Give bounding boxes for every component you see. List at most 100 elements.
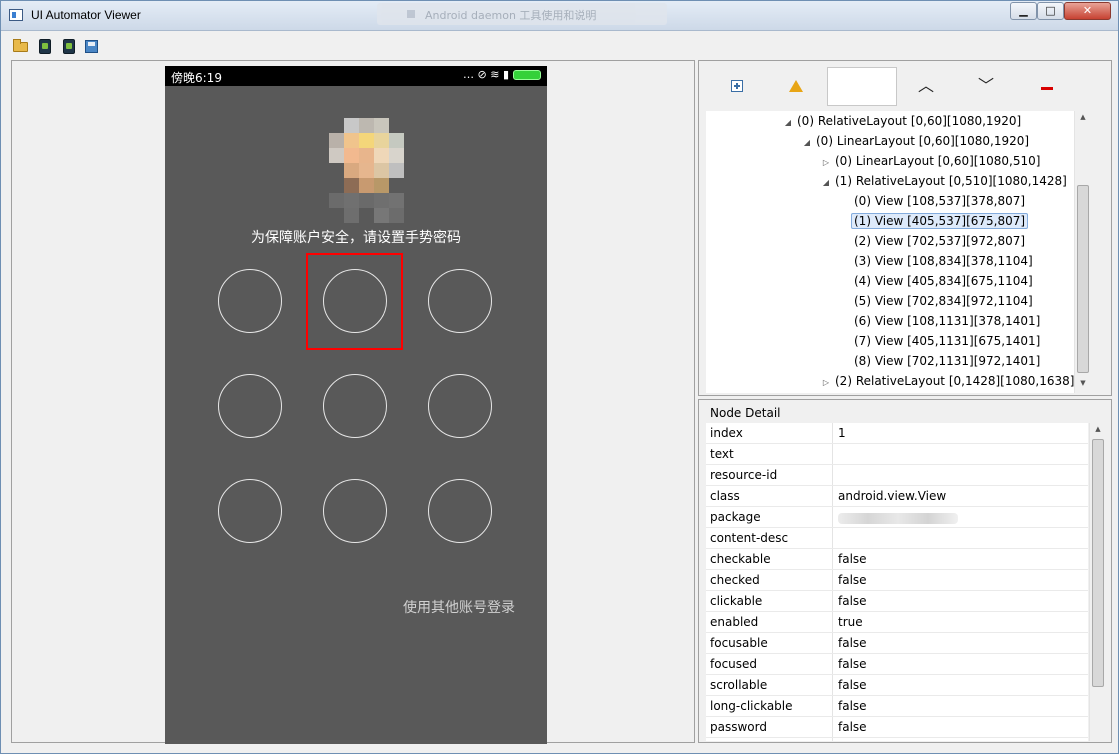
detail-key: checked [710,573,760,587]
maximize-icon: □ [1045,4,1056,17]
chevron-down-icon: ﹀ [977,76,994,95]
tree-expander-icon[interactable]: ▷ [820,374,832,392]
tree-node-label: (2) View [702,537][972,807] [854,234,1026,248]
tree-expander-icon[interactable]: ◢ [801,134,813,152]
detail-row[interactable]: checkable false [706,549,1088,570]
tree-node[interactable]: ▷ (2) RelativeLayout [0,1428][1080,1638] [820,372,1077,390]
minimize-button[interactable]: ▁ [1010,2,1037,20]
tree-node[interactable]: (0) View [108,537][378,807] [839,192,1028,210]
maximize-button[interactable]: □ [1037,2,1064,20]
detail-value: false [838,720,867,734]
hierarchy-tree[interactable]: ▲ ▼ ◢ (0) RelativeLayout [0,60][1080,1920… [706,111,1091,393]
tree-node[interactable]: (3) View [108,834][378,1104] [839,252,1036,270]
detail-value: false [838,699,867,713]
close-icon: ✕ [1082,4,1093,17]
tree-node[interactable]: ◢ (0) LinearLayout [0,60][1080,1920] [801,132,1032,150]
minimize-icon: ▁ [1019,4,1028,17]
avatar-pixel [344,148,359,163]
node-detail-table: index 1 text resource-id class android.view.V… [706,423,1088,741]
tree-node-label: (1) View [405,537][675,807] [851,213,1029,229]
tree-expander-icon[interactable]: ◢ [782,114,794,132]
toggle-nafs-button[interactable] [785,75,807,97]
tree-node[interactable]: (6) View [108,1131][378,1401] [839,312,1043,330]
detail-scrollbar[interactable]: ▲ [1089,423,1106,741]
pattern-node[interactable] [323,479,387,543]
tree-node[interactable]: (7) View [405,1131][675,1401] [839,332,1043,350]
tree-node-label: (3) View [108,834][378,1104] [854,254,1033,268]
tree-expander-icon[interactable]: ▷ [820,154,832,172]
pattern-node[interactable] [323,374,387,438]
avatar-pixel [344,178,359,193]
detail-scroll-thumb[interactable] [1092,439,1104,687]
scroll-up-icon[interactable]: ▲ [1075,113,1091,121]
hierarchy-panel: ︿ ﹀ ▲ ▼ ◢ (0) RelativeLayout [0,60][1080,… [698,60,1112,396]
device-screenshot[interactable]: 傍晚6:19 … ⊘ ≋ ▮ 为保障账户安全，请设置手势密码 使用其他账号登录 [165,66,547,744]
detail-value: false [838,552,867,566]
detail-row[interactable]: package [706,507,1088,528]
detail-key: text [710,447,734,461]
status-icons: … ⊘ ≋ ▮ [463,68,541,81]
avatar [314,118,404,226]
avatar-pixel [389,193,404,208]
hierarchy-toolbar: ︿ ﹀ [699,61,1111,107]
tree-node[interactable]: ▷ (0) LinearLayout [0,60][1080,510] [820,152,1043,170]
tree-expander-icon[interactable]: ◢ [820,174,832,192]
expand-all-icon [731,80,743,92]
tree-node[interactable]: ◢ (1) RelativeLayout [0,510][1080,1428] [820,172,1070,190]
search-input[interactable] [827,67,897,106]
scroll-up-icon[interactable]: ▲ [1090,425,1106,433]
detail-value: false [838,657,867,671]
ghost-tab-icon [407,10,415,18]
device-screenshot-icon[interactable] [37,39,53,54]
avatar-pixel [374,118,389,133]
detail-row[interactable]: content-desc [706,528,1088,549]
clear-search-button[interactable] [1036,75,1058,97]
status-indicators: … ⊘ ≋ ▮ [463,68,509,81]
previous-result-button[interactable]: ︿ [915,75,937,97]
pattern-node[interactable] [218,374,282,438]
detail-row[interactable]: scrollable false [706,675,1088,696]
tree-node[interactable]: (4) View [405,834][675,1104] [839,272,1036,290]
avatar-pixel [344,208,359,223]
detail-row[interactable]: clickable false [706,591,1088,612]
phone-status-bar: 傍晚6:19 … ⊘ ≋ ▮ [165,66,547,86]
detail-row[interactable]: text [706,444,1088,465]
battery-icon [513,69,541,80]
pattern-node[interactable] [218,269,282,333]
detail-row[interactable]: resource-id [706,465,1088,486]
tree-node[interactable]: (2) View [702,537][972,807] [839,232,1028,250]
tree-scroll-thumb[interactable] [1077,185,1089,373]
other-account-link[interactable]: 使用其他账号登录 [403,597,515,617]
detail-row[interactable]: enabled true [706,612,1088,633]
detail-row[interactable]: long-clickable false [706,696,1088,717]
pattern-node[interactable] [428,374,492,438]
tree-node[interactable]: ◢ (0) RelativeLayout [0,60][1080,1920] [782,112,1024,130]
screenshot-panel: 傍晚6:19 … ⊘ ≋ ▮ 为保障账户安全，请设置手势密码 使用其他账号登录 [11,60,695,744]
open-folder-icon[interactable] [13,39,29,54]
detail-row[interactable]: checked false [706,570,1088,591]
detail-key: class [710,489,740,503]
detail-row[interactable]: focused false [706,654,1088,675]
close-button[interactable]: ✕ [1064,2,1111,20]
save-icon[interactable] [85,39,101,54]
avatar-pixel [389,208,404,223]
next-result-button[interactable]: ﹀ [975,75,997,97]
detail-value: false [838,678,867,692]
pattern-node[interactable] [218,479,282,543]
tree-scrollbar[interactable]: ▲ ▼ [1074,111,1091,393]
title-bar[interactable]: UI Automator Viewer Android daemon 工具使用和… [1,1,1118,31]
tree-node[interactable]: (5) View [702,834][972,1104] [839,292,1036,310]
detail-key: package [710,510,761,524]
detail-row[interactable]: password false [706,717,1088,738]
tree-node[interactable]: (8) View [702,1131][972,1401] [839,352,1043,370]
detail-row[interactable]: class android.view.View [706,486,1088,507]
device-screenshot-compressed-icon[interactable] [61,39,77,54]
pattern-node[interactable] [428,269,492,333]
detail-row[interactable]: focusable false [706,633,1088,654]
selected-node-highlight [306,253,403,350]
pattern-node[interactable] [428,479,492,543]
tree-node[interactable]: (1) View [405,537][675,807] [839,212,1029,230]
detail-row[interactable]: index 1 [706,423,1088,444]
expand-all-button[interactable] [726,75,748,97]
ghost-tab-title: Android daemon 工具使用和说明 [425,9,597,22]
